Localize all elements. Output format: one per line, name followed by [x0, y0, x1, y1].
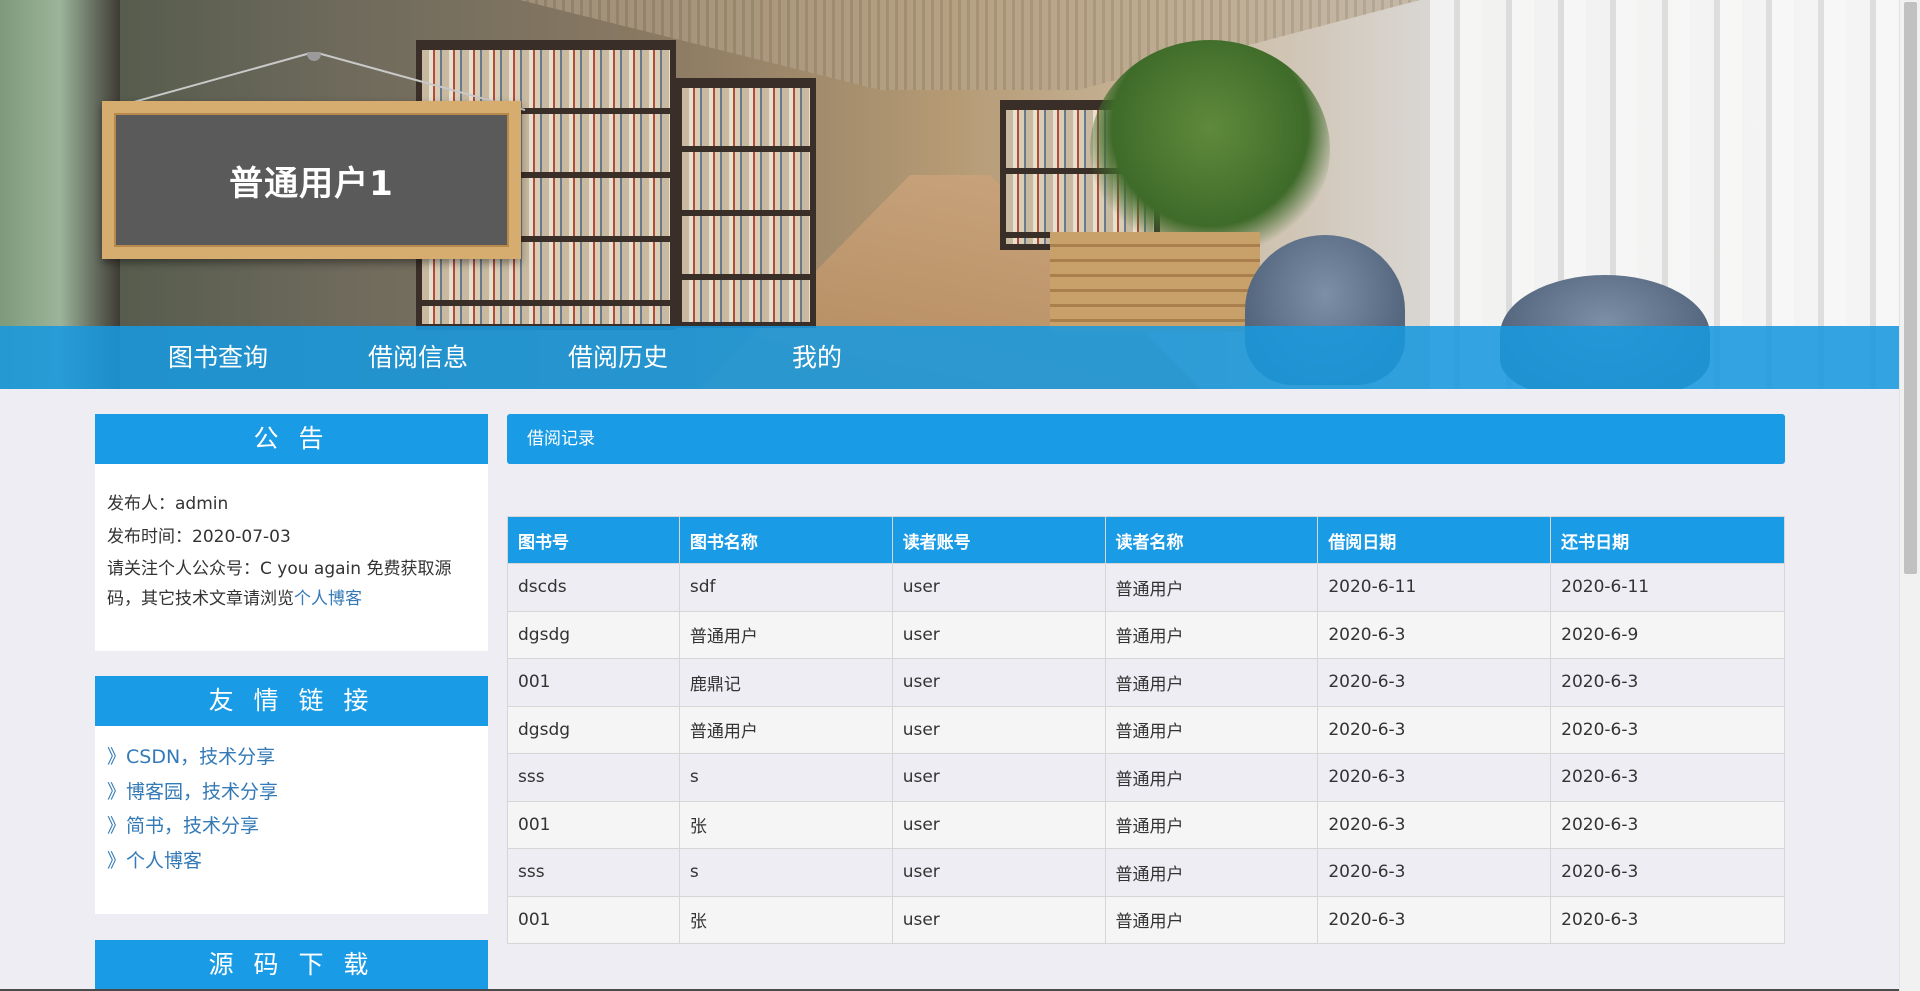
page-scrollbar[interactable] [1899, 0, 1920, 991]
cell-return-date: 2020-6-3 [1550, 848, 1785, 897]
cell-borrow-date: 2020-6-3 [1317, 705, 1552, 754]
cell-book-name: s [678, 848, 893, 897]
cell-book-name: 鹿鼎记 [678, 658, 893, 707]
cell-book-name: 普通用户 [678, 705, 893, 754]
table-header-row: 图书号 图书名称 读者账号 读者名称 借阅日期 还书日期 [507, 516, 1785, 564]
cell-reader-account: user [891, 753, 1106, 802]
cell-book-name: 普通用户 [678, 610, 893, 659]
table-row: dgsdg 普通用户 user 普通用户 2020-6-3 2020-6-9 [507, 610, 1785, 659]
links-title: 友 情 链 接 [95, 676, 488, 726]
link-personal-blog[interactable]: 》个人博客 [107, 844, 476, 879]
cell-return-date: 2020-6-11 [1550, 563, 1785, 612]
col-book-id: 图书号 [507, 516, 680, 564]
cell-book-id: dscds [507, 563, 680, 612]
nav-mine[interactable]: 我的 [792, 326, 842, 389]
cell-reader-name: 普通用户 [1104, 848, 1319, 897]
records-table: 图书号 图书名称 读者账号 读者名称 借阅日期 还书日期 dscds sdf u… [507, 516, 1785, 944]
table-row: 001 张 user 普通用户 2020-6-3 2020-6-3 [507, 895, 1785, 944]
cell-reader-account: user [891, 705, 1106, 754]
cell-book-id: dgsdg [507, 705, 680, 754]
cell-return-date: 2020-6-3 [1550, 658, 1785, 707]
cell-reader-name: 普通用户 [1104, 895, 1319, 944]
table-row: sss s user 普通用户 2020-6-3 2020-6-3 [507, 753, 1785, 802]
notice-title: 公 告 [95, 414, 488, 464]
cell-book-id: sss [507, 753, 680, 802]
table-row: sss s user 普通用户 2020-6-3 2020-6-3 [507, 848, 1785, 897]
col-return-date: 还书日期 [1550, 516, 1785, 564]
notice-publisher: 发布人：admin [107, 494, 229, 514]
cell-book-id: sss [507, 848, 680, 897]
banner-planter [1050, 232, 1260, 332]
cell-reader-name: 普通用户 [1104, 658, 1319, 707]
cell-reader-account: user [891, 658, 1106, 707]
cell-reader-account: user [891, 895, 1106, 944]
header-banner: 普通用户1 图书查询 借阅信息 借阅历史 我的 [0, 0, 1899, 389]
cell-book-name: s [678, 753, 893, 802]
user-name-title: 普通用户1 [229, 163, 394, 204]
main-nav: 图书查询 借阅信息 借阅历史 我的 [0, 326, 1899, 389]
chalkboard-sign: 普通用户1 [102, 101, 521, 259]
cell-return-date: 2020-6-3 [1550, 800, 1785, 849]
cell-book-id: dgsdg [507, 610, 680, 659]
notice-message: 请关注个人公众号：C you again 免费获取源码，其它技术文章请浏览个人博… [107, 554, 476, 614]
cell-reader-name: 普通用户 [1104, 563, 1319, 612]
cell-return-date: 2020-6-3 [1550, 895, 1785, 944]
col-borrow-date: 借阅日期 [1317, 516, 1552, 564]
cell-reader-name: 普通用户 [1104, 610, 1319, 659]
cell-reader-name: 普通用户 [1104, 800, 1319, 849]
notice-time: 发布时间：2020-07-03 [107, 527, 291, 547]
cell-borrow-date: 2020-6-3 [1317, 753, 1552, 802]
banner-bookshelf [676, 78, 816, 328]
nav-borrow-info[interactable]: 借阅信息 [368, 326, 468, 389]
cell-book-name: 张 [678, 800, 893, 849]
cell-return-date: 2020-6-9 [1550, 610, 1785, 659]
link-csdn[interactable]: 》CSDN，技术分享 [107, 740, 476, 775]
cell-reader-account: user [891, 610, 1106, 659]
records-header: 借阅记录 [507, 414, 1785, 464]
cell-return-date: 2020-6-3 [1550, 753, 1785, 802]
notice-body: 发布人：admin 发布时间：2020-07-03 请关注个人公众号：C you… [95, 464, 488, 614]
notice-panel: 公 告 发布人：admin 发布时间：2020-07-03 请关注个人公众号：C… [95, 414, 488, 651]
cell-reader-account: user [891, 563, 1106, 612]
cell-book-id: 001 [507, 658, 680, 707]
cell-borrow-date: 2020-6-3 [1317, 895, 1552, 944]
cell-reader-name: 普通用户 [1104, 705, 1319, 754]
cell-borrow-date: 2020-6-11 [1317, 563, 1552, 612]
cell-reader-account: user [891, 848, 1106, 897]
link-jianshu[interactable]: 》简书，技术分享 [107, 809, 476, 844]
link-cnblogs[interactable]: 》博客园，技术分享 [107, 775, 476, 810]
source-panel: 源 码 下 载 [95, 940, 488, 991]
source-title: 源 码 下 载 [95, 940, 488, 990]
cell-borrow-date: 2020-6-3 [1317, 800, 1552, 849]
col-book-name: 图书名称 [678, 516, 893, 564]
table-row: 001 张 user 普通用户 2020-6-3 2020-6-3 [507, 800, 1785, 849]
col-reader-name: 读者名称 [1104, 516, 1319, 564]
cell-book-name: 张 [678, 895, 893, 944]
banner-plant [1090, 40, 1330, 260]
cell-borrow-date: 2020-6-3 [1317, 610, 1552, 659]
col-reader-account: 读者账号 [891, 516, 1106, 564]
notice-message-text: 请关注个人公众号：C you again 免费获取源码，其它技术文章请浏览 [107, 559, 452, 609]
links-panel: 友 情 链 接 》CSDN，技术分享 》博客园，技术分享 》简书，技术分享 》个… [95, 676, 488, 914]
cell-book-id: 001 [507, 800, 680, 849]
cell-borrow-date: 2020-6-3 [1317, 658, 1552, 707]
notice-blog-link[interactable]: 个人博客 [294, 589, 362, 609]
cell-reader-name: 普通用户 [1104, 753, 1319, 802]
links-list: 》CSDN，技术分享 》博客园，技术分享 》简书，技术分享 》个人博客 [95, 726, 488, 878]
scrollbar-thumb[interactable] [1904, 2, 1917, 574]
nav-borrow-history[interactable]: 借阅历史 [568, 326, 668, 389]
table-row: dscds sdf user 普通用户 2020-6-11 2020-6-11 [507, 563, 1785, 612]
cell-return-date: 2020-6-3 [1550, 705, 1785, 754]
cell-book-id: 001 [507, 895, 680, 944]
nav-book-query[interactable]: 图书查询 [168, 326, 268, 389]
table-row: 001 鹿鼎记 user 普通用户 2020-6-3 2020-6-3 [507, 658, 1785, 707]
cell-reader-account: user [891, 800, 1106, 849]
cell-borrow-date: 2020-6-3 [1317, 848, 1552, 897]
cell-book-name: sdf [678, 563, 893, 612]
table-row: dgsdg 普通用户 user 普通用户 2020-6-3 2020-6-3 [507, 705, 1785, 754]
